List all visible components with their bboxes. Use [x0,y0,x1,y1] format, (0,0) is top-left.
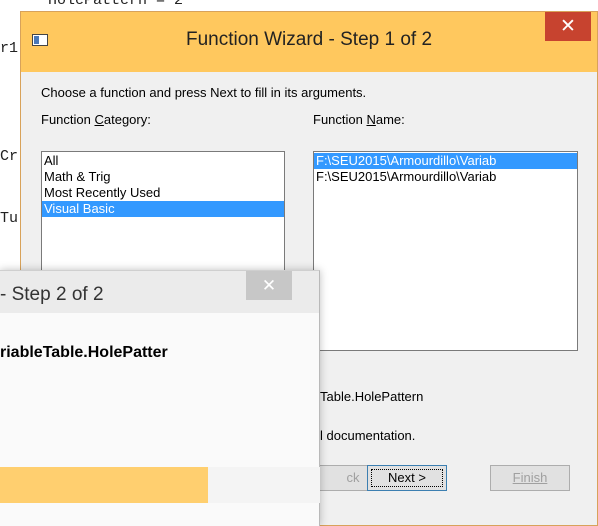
list-item[interactable]: Math & Trig [42,169,284,185]
close-icon: ✕ [560,16,576,37]
step2-close-button[interactable]: ✕ [246,271,292,300]
step1-titlebar: Function Wizard - Step 1 of 2 ✕ [21,12,597,72]
function-name-listbox[interactable]: F:\SEU2015\Armourdillo\Variab F:\SEU2015… [313,151,578,351]
code-line-1: HolePattern = 2 [48,0,184,9]
instruction-text: Choose a function and press Next to fill… [41,85,367,100]
list-item[interactable]: F:\SEU2015\Armourdillo\Variab [314,169,577,185]
focus-rectangle [371,469,443,487]
code-fragment-2: r1 [0,40,19,57]
step2-highlight-band [0,467,208,503]
function-name-label: Function Name: [313,112,405,127]
function-category-label: Function Category: [41,112,151,127]
step2-titlebar: - Step 2 of 2 ✕ [0,271,319,313]
selected-function-name: riableTable.HolePatter [0,344,168,361]
close-icon: ✕ [261,276,277,295]
list-item[interactable]: Most Recently Used [42,185,284,201]
code-fragment-4: Tu [0,210,19,227]
list-item-selected[interactable]: F:\SEU2015\Armourdillo\Variab [314,153,577,169]
list-item-selected[interactable]: Visual Basic [42,201,284,217]
finish-button[interactable]: Finish [490,465,570,491]
step2-band-right [208,467,320,503]
code-fragment-3: Cr [0,148,19,165]
next-button[interactable]: Next > [367,465,447,491]
function-description-line1: Table.HolePattern [320,389,424,404]
finish-label: Finish [512,470,548,485]
list-item[interactable]: All [42,153,284,169]
step1-title: Function Wizard - Step 1 of 2 [185,29,433,50]
function-description-line2: l documentation. [320,428,416,443]
step2-title: - Step 2 of 2 [0,284,104,305]
step1-close-button[interactable]: ✕ [545,12,591,41]
